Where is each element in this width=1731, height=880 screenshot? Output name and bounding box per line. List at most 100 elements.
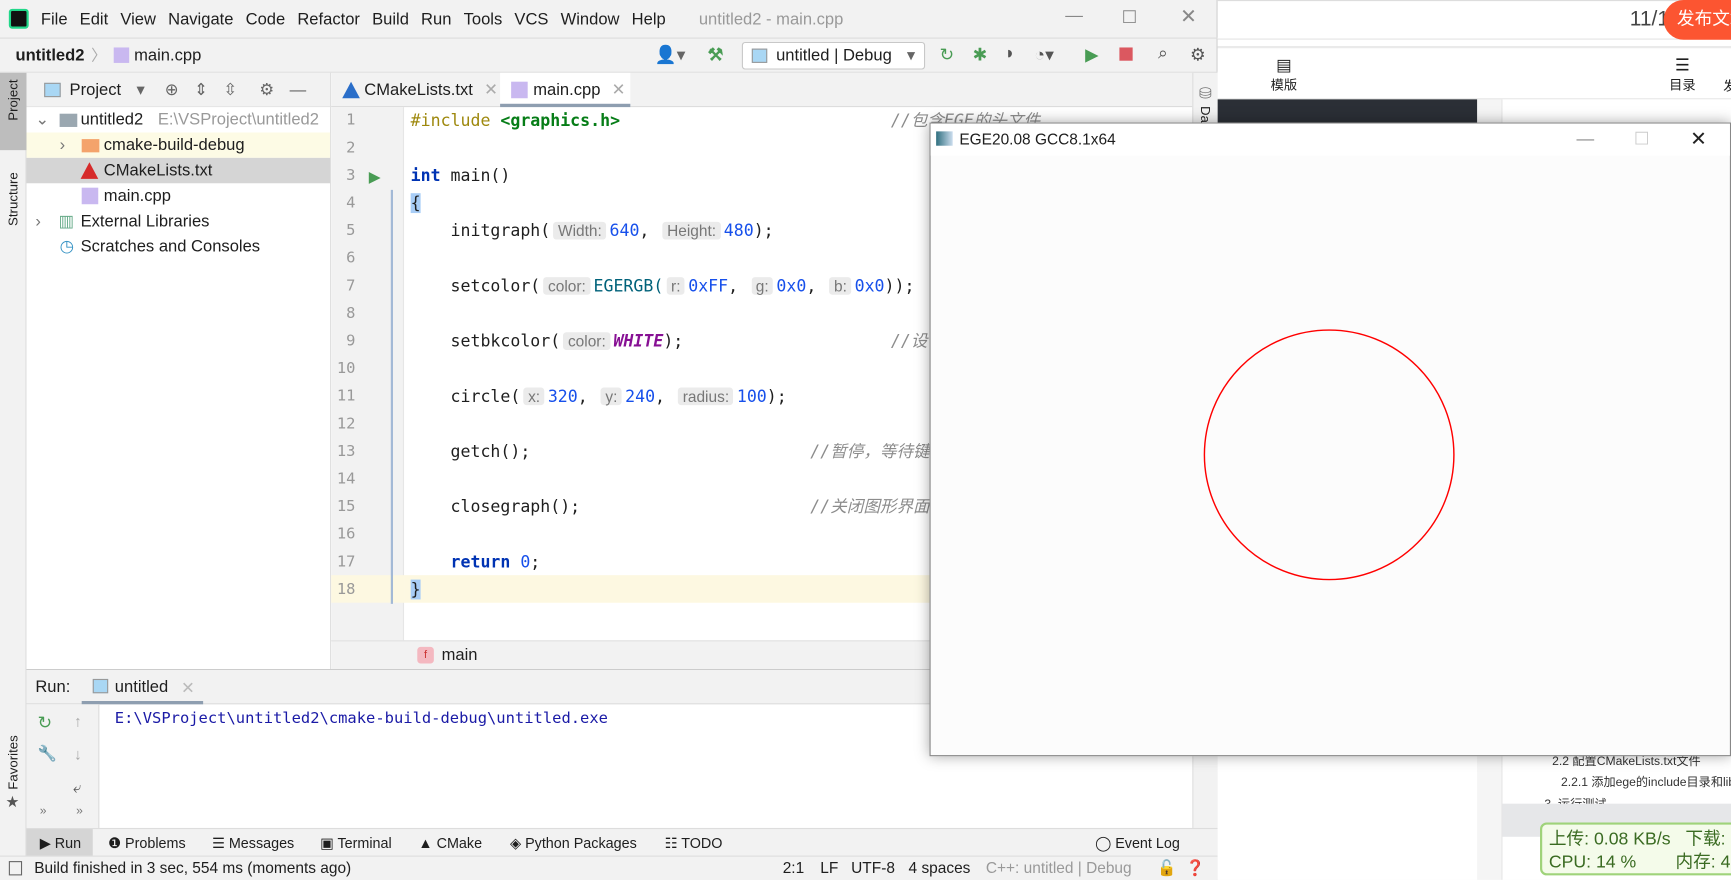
rerun-icon[interactable]: ↻ bbox=[38, 712, 53, 734]
hide-icon[interactable]: — bbox=[290, 80, 307, 99]
profiler-icon[interactable]: ◔▾ bbox=[1034, 44, 1054, 66]
maximize-icon[interactable]: ☐ bbox=[1122, 7, 1138, 29]
tool-tab-todo[interactable]: ☷ TODO bbox=[665, 829, 723, 857]
tree-item-untitled2[interactable]: ⌄ untitled2 E:\VSProject\untitled2 bbox=[26, 107, 330, 132]
cpp-context[interactable]: C++: untitled | Debug bbox=[986, 857, 1132, 880]
menu-file[interactable]: File bbox=[41, 9, 68, 28]
more-icon[interactable]: » bbox=[40, 805, 47, 818]
chevron-right-icon[interactable]: › bbox=[60, 132, 66, 157]
menu-code[interactable]: Code bbox=[246, 9, 286, 28]
event-log-button[interactable]: ◯ Event Log bbox=[1095, 829, 1180, 857]
tool-tab-messages[interactable]: ☰ Messages bbox=[212, 829, 294, 857]
project-panel-header: Project ▾ ⊕ ⇕ ⇳ ⚙ — bbox=[26, 72, 331, 108]
tree-item-cmake-build-debug[interactable]: › cmake-build-debug bbox=[26, 132, 331, 158]
rerun-icon[interactable]: ↻ bbox=[939, 44, 954, 66]
tree-item-main-cpp[interactable]: main.cpp bbox=[26, 183, 330, 208]
gear-icon[interactable]: ⚙ bbox=[1190, 44, 1206, 66]
close-icon[interactable]: ✕ bbox=[1180, 6, 1197, 29]
toc-button[interactable]: ☰ 目录 bbox=[1669, 55, 1696, 94]
menu-run[interactable]: Run bbox=[421, 9, 451, 28]
tool-tab-cmake[interactable]: ▲ CMake bbox=[418, 829, 482, 857]
expand-all-icon[interactable]: ⇕ bbox=[194, 79, 208, 100]
tree-label: main.cpp bbox=[103, 186, 171, 206]
menu-build[interactable]: Build bbox=[372, 9, 409, 28]
line-separator[interactable]: LF bbox=[820, 857, 838, 880]
run-tab-untitled[interactable]: untitled ✕ bbox=[81, 670, 204, 705]
menu-view[interactable]: View bbox=[120, 9, 156, 28]
close-tab-icon[interactable]: ✕ bbox=[181, 678, 195, 698]
menu-refactor[interactable]: Refactor bbox=[297, 9, 360, 28]
minimize-icon[interactable]: — bbox=[1576, 124, 1594, 156]
toc-icon: ☰ bbox=[1675, 56, 1690, 76]
tab-cmakelists[interactable]: CMakeLists.txt ✕ bbox=[331, 73, 499, 107]
breadcrumb-function[interactable]: main bbox=[442, 646, 478, 665]
menu-edit[interactable]: Edit bbox=[80, 9, 109, 28]
search-icon[interactable]: ⌕ bbox=[1158, 44, 1168, 64]
maximize-icon[interactable]: ☐ bbox=[1634, 124, 1650, 156]
left-tool-strip: Project Structure Favorites ★ bbox=[0, 72, 27, 857]
locate-icon[interactable]: ⊕ bbox=[165, 79, 179, 100]
close-tab-icon[interactable]: ✕ bbox=[484, 81, 498, 100]
lock-icon[interactable]: 🔓 bbox=[1157, 857, 1176, 880]
arrow-up-icon[interactable]: ↑ bbox=[74, 712, 82, 730]
tool-tab-run[interactable]: ▶ Run bbox=[26, 829, 93, 857]
network-monitor-widget: 上传: 0.08 KB/s 下载: 0 CPU: 14 % 内存: 4 bbox=[1540, 822, 1731, 876]
menu-vcs[interactable]: VCS bbox=[514, 9, 548, 28]
tree-item-external-libraries[interactable]: › ▥ External Libraries bbox=[26, 209, 330, 234]
collapse-all-icon[interactable]: ⇳ bbox=[223, 79, 237, 100]
tool-window-project[interactable]: Project bbox=[6, 79, 21, 120]
tool-tab-python-packages[interactable]: ◈ Python Packages bbox=[510, 829, 637, 857]
messages-icon: ☰ bbox=[211, 834, 225, 852]
menu-help[interactable]: Help bbox=[632, 9, 666, 28]
status-toggle-icon[interactable] bbox=[8, 861, 23, 876]
ege-graphics-window[interactable]: EGE20.08 GCC8.1x64 — ☐ ✕ bbox=[929, 122, 1731, 757]
attach-icon[interactable]: ▶ bbox=[1085, 44, 1099, 66]
publish-toolbar-button[interactable]: 发 bbox=[1723, 76, 1731, 95]
minimize-icon[interactable]: — bbox=[1065, 7, 1083, 27]
tree-item-scratches[interactable]: ◷ Scratches and Consoles bbox=[26, 234, 330, 259]
publish-button[interactable]: 发布文章 bbox=[1663, 0, 1731, 40]
tree-item-cmakelists[interactable]: CMakeLists.txt bbox=[26, 157, 331, 184]
project-view-select[interactable]: Project bbox=[70, 80, 122, 99]
wrench-icon[interactable]: 🔧 bbox=[38, 744, 57, 763]
coverage-icon[interactable]: ◗ bbox=[1005, 44, 1016, 64]
help-icon[interactable]: ❓ bbox=[1186, 857, 1205, 880]
menu-window[interactable]: Window bbox=[561, 9, 620, 28]
tool-tab-terminal[interactable]: ▣ Terminal bbox=[320, 829, 392, 857]
breadcrumb-project[interactable]: untitled2 bbox=[15, 46, 84, 65]
status-message[interactable]: Build finished in 3 sec, 554 ms (moments… bbox=[34, 857, 351, 880]
soft-wrap-icon[interactable]: ⤶ bbox=[73, 778, 82, 797]
chevron-down-icon[interactable]: ⌄ bbox=[35, 107, 49, 132]
close-tab-icon[interactable]: ✕ bbox=[612, 81, 626, 100]
tool-tab-problems[interactable]: ❶ Problems bbox=[108, 829, 186, 857]
line-number: 14 bbox=[336, 470, 356, 488]
stop-icon[interactable] bbox=[1119, 47, 1133, 61]
tab-main-cpp[interactable]: main.cpp ✕ bbox=[500, 72, 631, 108]
menu-tools[interactable]: Tools bbox=[464, 9, 503, 28]
build-hammer-icon[interactable]: ⚒ bbox=[708, 44, 724, 66]
debug-bug-icon[interactable]: ✱ bbox=[973, 44, 988, 66]
tool-window-favorites[interactable]: Favorites bbox=[6, 735, 21, 789]
tool-window-structure[interactable]: Structure bbox=[6, 172, 21, 226]
run-output[interactable]: E:\VSProject\untitled2\cmake-build-debug… bbox=[115, 710, 608, 728]
project-view-icon bbox=[44, 82, 61, 97]
gear-icon[interactable]: ⚙ bbox=[259, 79, 274, 100]
run-gutter-icon[interactable]: ▶ bbox=[369, 168, 381, 187]
arrow-down-icon[interactable]: ↓ bbox=[74, 745, 82, 763]
template-button[interactable]: ▤ 模版 bbox=[1271, 55, 1298, 94]
user-icon[interactable]: 👤▾ bbox=[655, 44, 686, 66]
chevron-down-icon[interactable]: ▾ bbox=[137, 79, 145, 100]
caret-position[interactable]: 2:1 bbox=[783, 857, 804, 880]
menu-navigate[interactable]: Navigate bbox=[168, 9, 233, 28]
tree-path: E:\VSProject\untitled2 bbox=[157, 110, 319, 130]
more-icon[interactable]: » bbox=[76, 805, 83, 818]
file-encoding[interactable]: UTF-8 bbox=[851, 857, 895, 880]
close-icon[interactable]: ✕ bbox=[1690, 124, 1707, 156]
run-tab-label: untitled bbox=[114, 677, 169, 697]
toc-item[interactable]: 2.2.1 添加ege的include目录和lib bbox=[1561, 773, 1731, 791]
breadcrumb-file[interactable]: main.cpp bbox=[134, 46, 201, 65]
ege-canvas bbox=[1203, 329, 1455, 581]
indent-setting[interactable]: 4 spaces bbox=[909, 857, 971, 880]
chevron-right-icon[interactable]: › bbox=[35, 209, 41, 234]
run-configuration-select[interactable]: untitled | Debug ▾ bbox=[741, 41, 926, 70]
